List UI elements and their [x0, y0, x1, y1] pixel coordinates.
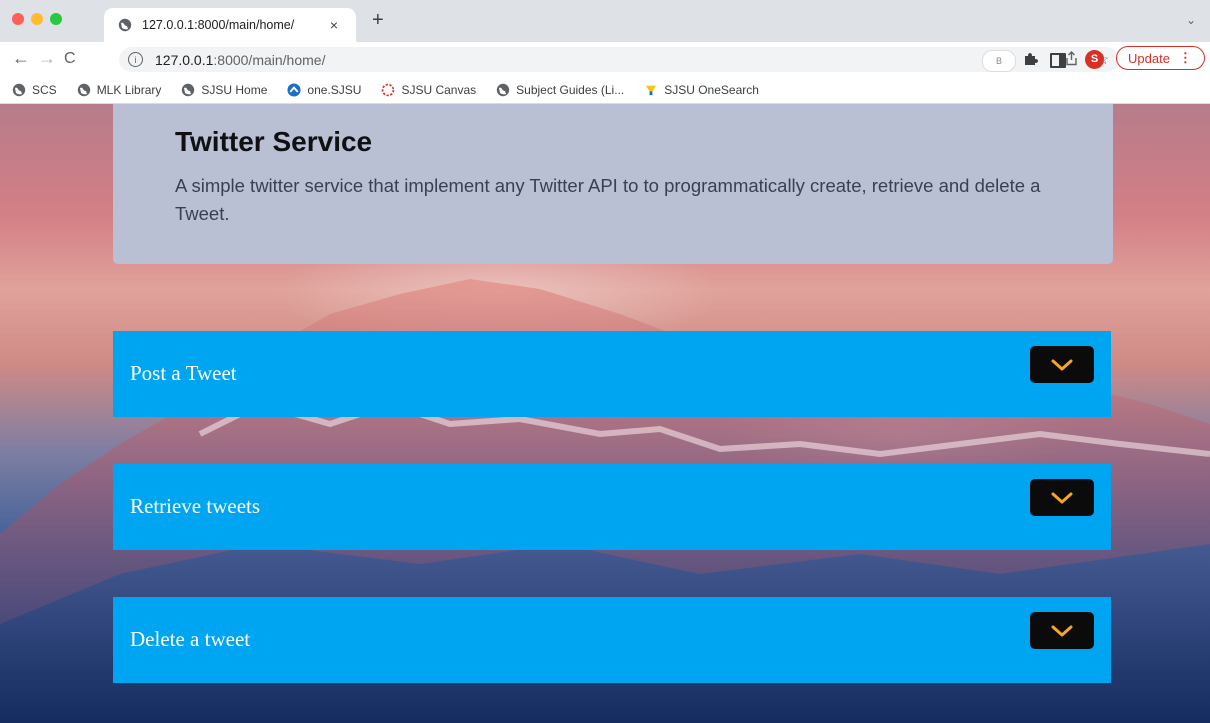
globe-icon	[12, 83, 26, 96]
page-title: Twitter Service	[175, 126, 373, 157]
close-window-button[interactable]	[12, 13, 24, 25]
update-label: Update	[1128, 50, 1170, 66]
side-panel-icon[interactable]	[1050, 53, 1066, 68]
new-tab-button[interactable]: +	[372, 10, 384, 30]
bookmark-sjsu-onesearch[interactable]: SJSU OneSearch	[644, 83, 759, 97]
page-description: A simple twitter service that implement …	[175, 175, 1041, 224]
address-bar[interactable]: i 127.0.0.1:8000/main/home/ ☆	[119, 47, 1119, 72]
site-info-icon[interactable]: i	[128, 52, 143, 67]
forward-arrow-icon[interactable]: →	[38, 48, 56, 68]
extension-b-icon[interactable]: B	[982, 50, 1016, 72]
menu-dots-icon: ⋮	[1178, 50, 1192, 65]
onesearch-icon	[646, 85, 657, 95]
hero-card: Twitter Service A simple twitter service…	[113, 104, 1113, 264]
accordion-toggle-button[interactable]	[1030, 346, 1094, 383]
accordion-post-tweet[interactable]: Post a Tweet	[113, 331, 1111, 417]
bookmark-sjsu-canvas[interactable]: SJSU Canvas	[381, 83, 476, 97]
globe-icon	[496, 83, 510, 96]
back-arrow-icon[interactable]: ←	[12, 48, 30, 68]
profile-avatar[interactable]: S	[1085, 50, 1104, 69]
browser-toolbar: ← → C i 127.0.0.1:8000/main/home/ ☆ B S …	[0, 42, 1210, 76]
tab-close-icon[interactable]: ×	[326, 17, 342, 33]
url-text[interactable]: 127.0.0.1:8000/main/home/	[155, 52, 325, 68]
accordion-retrieve-tweets[interactable]: Retrieve tweets	[113, 464, 1111, 550]
globe-icon	[182, 83, 195, 96]
bookmark-mlk-library[interactable]: MLK Library	[77, 83, 161, 97]
share-icon[interactable]	[1065, 51, 1078, 66]
accordion-title: Post a Tweet	[130, 361, 237, 385]
chevron-down-icon	[1051, 492, 1073, 503]
reload-icon[interactable]: C	[64, 49, 76, 69]
page-viewport: Twitter Service A simple twitter service…	[0, 104, 1210, 723]
maximize-window-button[interactable]	[50, 13, 62, 25]
globe-icon	[118, 18, 132, 32]
one-sjsu-icon	[287, 82, 301, 97]
tab-title: 127.0.0.1:8000/main/home/	[142, 18, 295, 32]
bookmark-subject-guides[interactable]: Subject Guides (Li...	[496, 83, 624, 97]
accordion-delete-tweet[interactable]: Delete a tweet	[113, 597, 1111, 683]
bookmarks-bar: SCS MLK Library SJSU Home one.SJSU SJSU …	[0, 76, 1210, 104]
update-button[interactable]: Update ⋮	[1116, 46, 1205, 70]
chevron-down-icon	[1051, 359, 1073, 370]
accordion-toggle-button[interactable]	[1030, 479, 1094, 516]
extensions-puzzle-icon[interactable]	[1023, 51, 1038, 66]
canvas-icon	[382, 83, 395, 96]
accordion-toggle-button[interactable]	[1030, 612, 1094, 649]
accordion-title: Retrieve tweets	[130, 494, 261, 518]
bookmark-scs[interactable]: SCS	[12, 83, 57, 97]
minimize-window-button[interactable]	[31, 13, 43, 25]
browser-tab[interactable]: 127.0.0.1:8000/main/home/ ×	[104, 8, 356, 42]
chevron-down-icon	[1051, 625, 1073, 636]
browser-titlebar: 127.0.0.1:8000/main/home/ × + ⌄	[0, 0, 1210, 42]
accordion-title: Delete a tweet	[130, 627, 251, 651]
bookmark-sjsu-home[interactable]: SJSU Home	[181, 83, 267, 97]
tab-search-icon[interactable]: ⌄	[1186, 13, 1196, 27]
bookmark-one-sjsu[interactable]: one.SJSU	[287, 83, 361, 97]
globe-icon	[77, 83, 90, 96]
